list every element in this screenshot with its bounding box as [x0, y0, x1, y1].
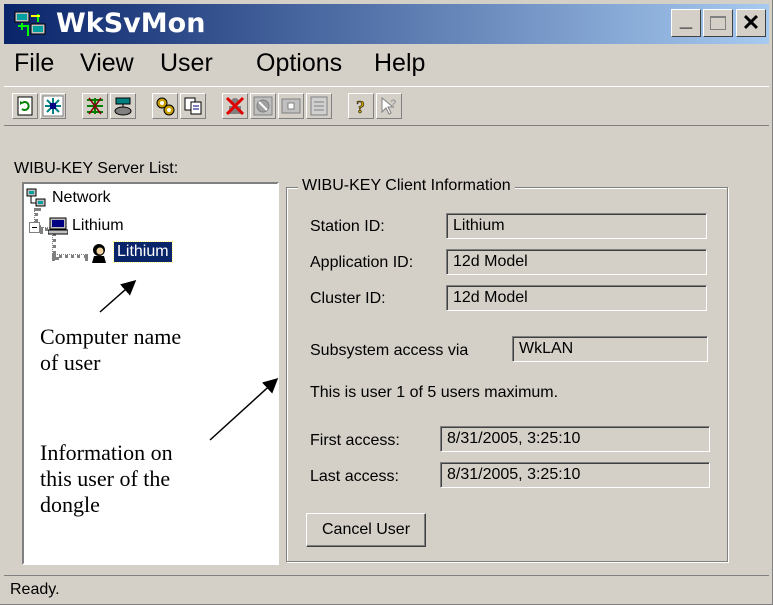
client-info-group: [286, 187, 728, 562]
client-info-legend: WIBU-KEY Client Information: [298, 177, 515, 195]
annotation-line: of user: [40, 350, 101, 375]
subsystem-label: Subsystem access via: [310, 342, 469, 359]
annotation-line: Information on: [40, 440, 173, 465]
user-count-text: This is user 1 of 5 users maximum.: [310, 384, 559, 401]
status-text: Ready.: [10, 581, 60, 598]
subsystem-field[interactable]: WkLAN: [512, 336, 708, 362]
annotation-line: this user of the: [40, 466, 171, 491]
annotation-computer-name: Computer name of user: [40, 324, 181, 376]
cluster-id-label: Cluster ID:: [310, 290, 386, 307]
station-id-label: Station ID:: [310, 218, 385, 235]
annotation-line: dongle: [40, 492, 100, 517]
application-id-label: Application ID:: [310, 254, 414, 271]
app-window: WkSvMon _ ✕ File View User Options Help: [0, 0, 773, 605]
cluster-id-field[interactable]: 12d Model: [446, 285, 707, 311]
annotation-info: Information on this user of the dongle: [40, 440, 173, 518]
annotation-arrow-info: [209, 377, 279, 441]
cancel-user-button[interactable]: Cancel User: [306, 513, 426, 547]
station-id-field[interactable]: Lithium: [446, 213, 707, 239]
status-bar: Ready.: [4, 575, 769, 601]
application-id-field[interactable]: 12d Model: [446, 249, 707, 275]
first-access-label: First access:: [310, 432, 400, 449]
last-access-label: Last access:: [310, 468, 399, 485]
annotation-arrow-computer-name: [99, 280, 137, 313]
first-access-field[interactable]: 8/31/2005, 3:25:10: [440, 426, 710, 452]
annotation-line: Computer name: [40, 324, 182, 349]
last-access-field[interactable]: 8/31/2005, 3:25:10: [440, 462, 710, 488]
